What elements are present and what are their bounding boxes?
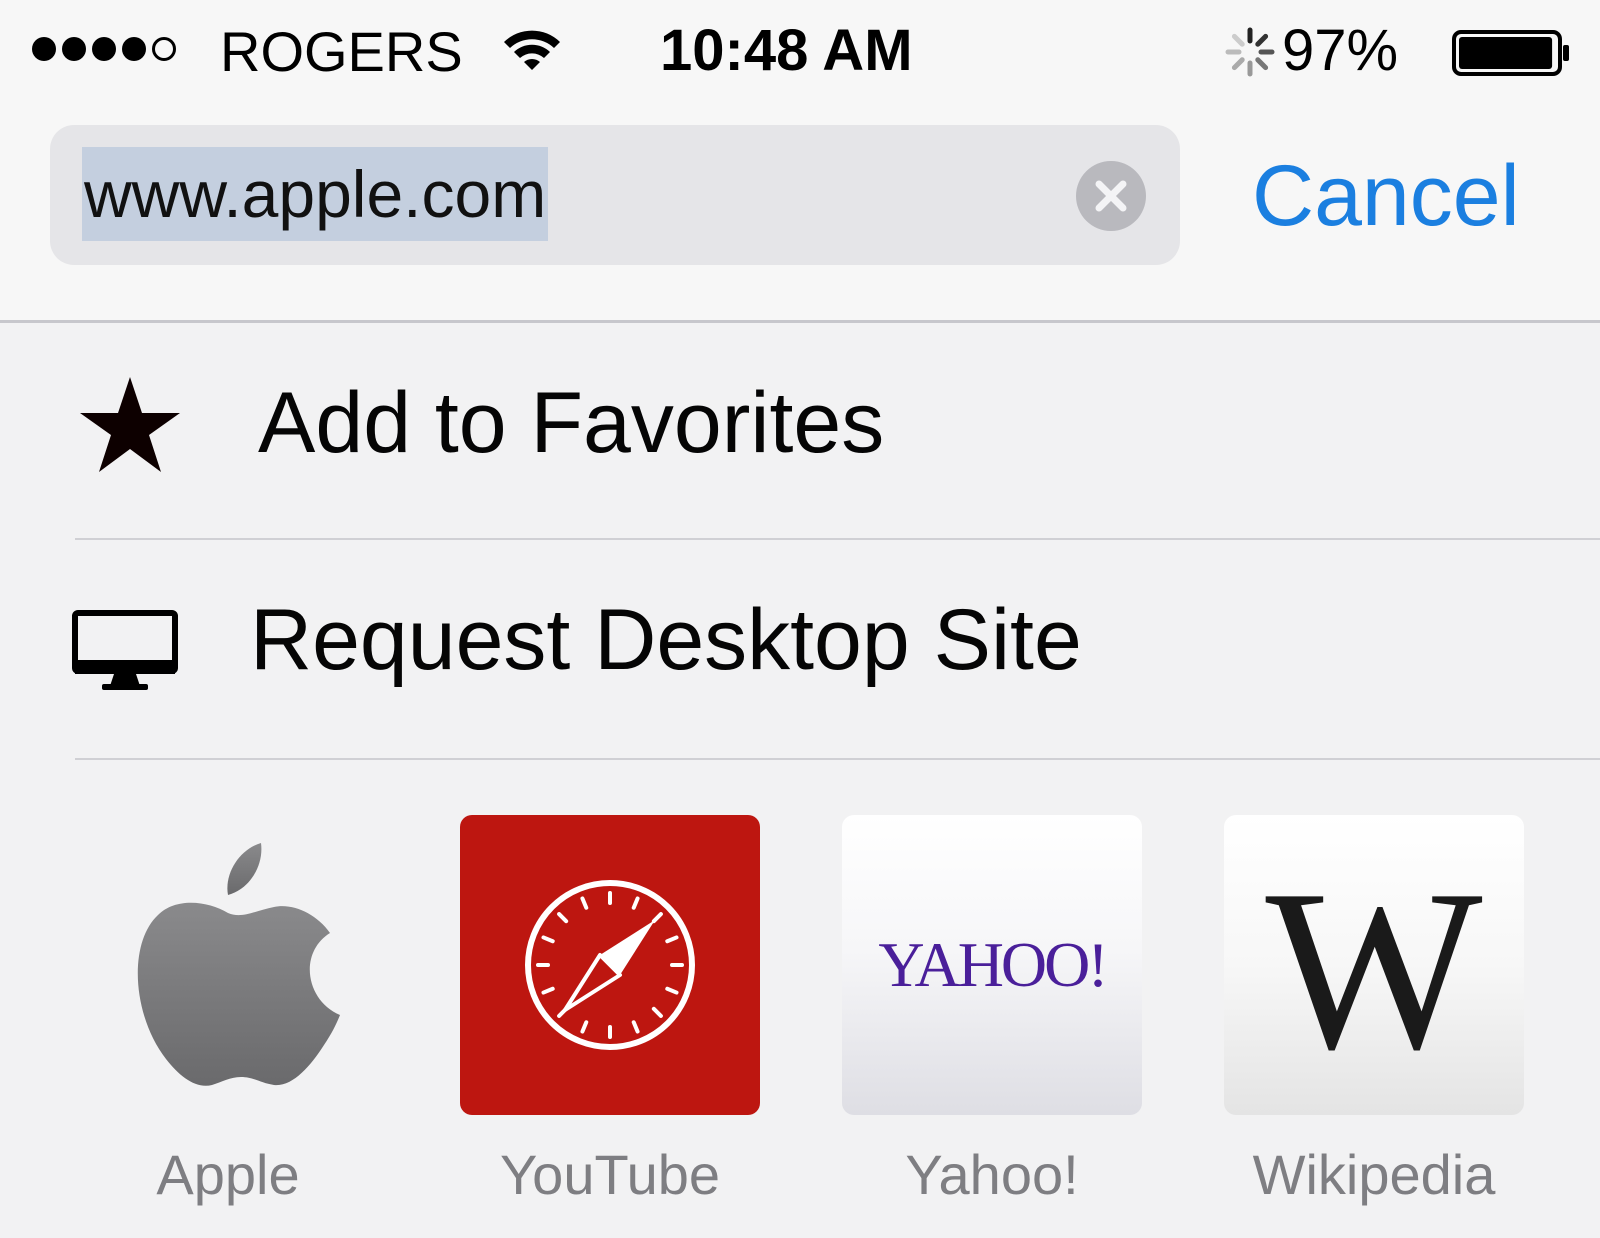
network-activity-spinner-icon xyxy=(1225,27,1275,77)
safari-compass-icon xyxy=(525,880,695,1050)
compass-tick xyxy=(651,1006,663,1018)
favorite-label: Yahoo! xyxy=(905,1143,1079,1206)
safari-address-screen: ROGERS 10:48 AM 97% www.apple.com Cancel… xyxy=(0,0,1600,1238)
address-bar: www.apple.com Cancel xyxy=(0,105,1600,323)
compass-tick xyxy=(541,986,555,995)
status-time: 10:48 AM xyxy=(660,18,913,83)
favorite-tile: YAHOO! xyxy=(842,815,1142,1115)
favorite-label: Wikipedia xyxy=(1252,1143,1496,1206)
url-input-selected-text[interactable]: www.apple.com xyxy=(82,147,549,241)
battery-icon xyxy=(1452,30,1569,76)
wikipedia-logo-icon: W xyxy=(1265,842,1482,1097)
signal-dot xyxy=(32,37,56,61)
desktop-monitor-icon xyxy=(72,610,178,690)
signal-dot xyxy=(122,37,146,61)
favorite-youtube[interactable]: YouTube xyxy=(460,815,760,1206)
wikipedia-logo-text: W xyxy=(1265,842,1482,1097)
compass-tick xyxy=(631,896,640,910)
favorite-tile xyxy=(460,815,760,1115)
carrier-name: ROGERS xyxy=(220,20,463,83)
favorite-label: YouTube xyxy=(499,1143,721,1206)
favorite-apple[interactable]: Apple xyxy=(78,815,378,1206)
signal-dot xyxy=(92,37,116,61)
compass-tick xyxy=(631,1020,640,1034)
signal-strength-indicator xyxy=(32,37,176,61)
favorite-tile: W xyxy=(1224,815,1524,1115)
signal-dot xyxy=(62,37,86,61)
url-field[interactable]: www.apple.com xyxy=(50,125,1180,265)
add-to-favorites-row[interactable]: Add to Favorites xyxy=(0,323,1600,538)
compass-tick xyxy=(580,896,589,910)
cancel-button[interactable]: Cancel xyxy=(1252,141,1520,251)
favorite-tile xyxy=(78,815,378,1115)
wifi-icon xyxy=(504,30,560,70)
compass-tick xyxy=(557,912,569,924)
favorite-label: Apple xyxy=(156,1143,300,1206)
favorites-grid: Apple YouTube YAHOO! Yahoo! W Wikipedia xyxy=(0,760,1600,1238)
add-to-favorites-label: Add to Favorites xyxy=(258,375,885,471)
battery-percentage: 97% xyxy=(1282,18,1399,83)
clear-url-button[interactable] xyxy=(1076,161,1146,231)
star-icon xyxy=(80,377,180,472)
compass-tick xyxy=(541,935,555,944)
compass-tick xyxy=(580,1020,589,1034)
compass-tick xyxy=(665,986,679,995)
request-desktop-site-row[interactable]: Request Desktop Site xyxy=(0,540,1600,755)
apple-logo-icon xyxy=(137,843,340,1086)
status-bar: ROGERS 10:48 AM 97% xyxy=(0,0,1600,105)
favorite-wikipedia[interactable]: W Wikipedia xyxy=(1224,815,1524,1206)
signal-dot-empty xyxy=(152,37,176,61)
favorite-yahoo[interactable]: YAHOO! Yahoo! xyxy=(842,815,1142,1206)
yahoo-logo: YAHOO! xyxy=(878,929,1108,1000)
clear-icon xyxy=(1095,180,1127,212)
request-desktop-site-label: Request Desktop Site xyxy=(250,592,1082,688)
compass-tick xyxy=(665,935,679,944)
